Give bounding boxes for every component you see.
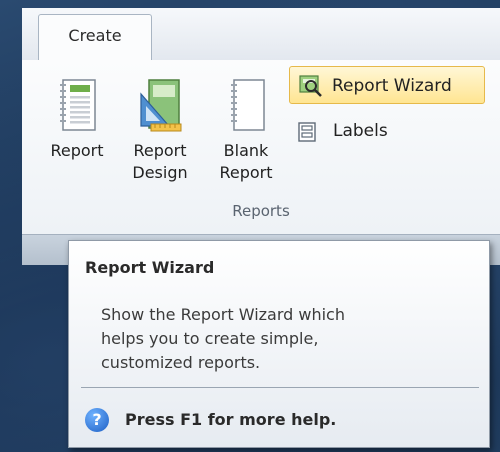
report-icon [60,79,96,131]
report-wizard-icon [299,75,322,97]
report-button-label: Report [50,141,104,160]
labels-label: Labels [333,121,388,141]
tab-create[interactable]: Create [38,14,152,62]
screen-tip-line: helps you to create simple, [101,329,319,348]
screen-tip: Report Wizard Show the Report Wizard whi… [68,240,490,448]
group-label-reports: Reports [232,202,290,220]
report-wizard-label: Report Wizard [332,76,452,96]
report-design-button[interactable]: Report Design [120,76,200,184]
blank-report-icon [231,79,265,131]
screen-tip-divider [81,387,479,388]
blank-report-label-line1: Blank [223,141,269,160]
labels-icon [298,122,316,142]
help-icon: ? [85,408,109,432]
report-design-icon [140,79,182,132]
screen-tip-title: Report Wizard [85,258,215,277]
report-design-label-line2: Design [132,163,188,182]
blank-report-button[interactable]: Blank Report [206,76,286,184]
report-button[interactable]: Report [40,76,114,162]
help-text: Press F1 for more help. [125,410,337,429]
screen-tip-line: customized reports. [101,353,261,372]
report-wizard-button[interactable]: Report Wizard [289,66,485,104]
screen-tip-description: Show the Report Wizard which helps you t… [101,303,461,375]
report-design-label-line1: Report [133,141,187,160]
screen-tip-line: Show the Report Wizard which [101,305,345,324]
blank-report-label-line2: Report [219,163,273,182]
